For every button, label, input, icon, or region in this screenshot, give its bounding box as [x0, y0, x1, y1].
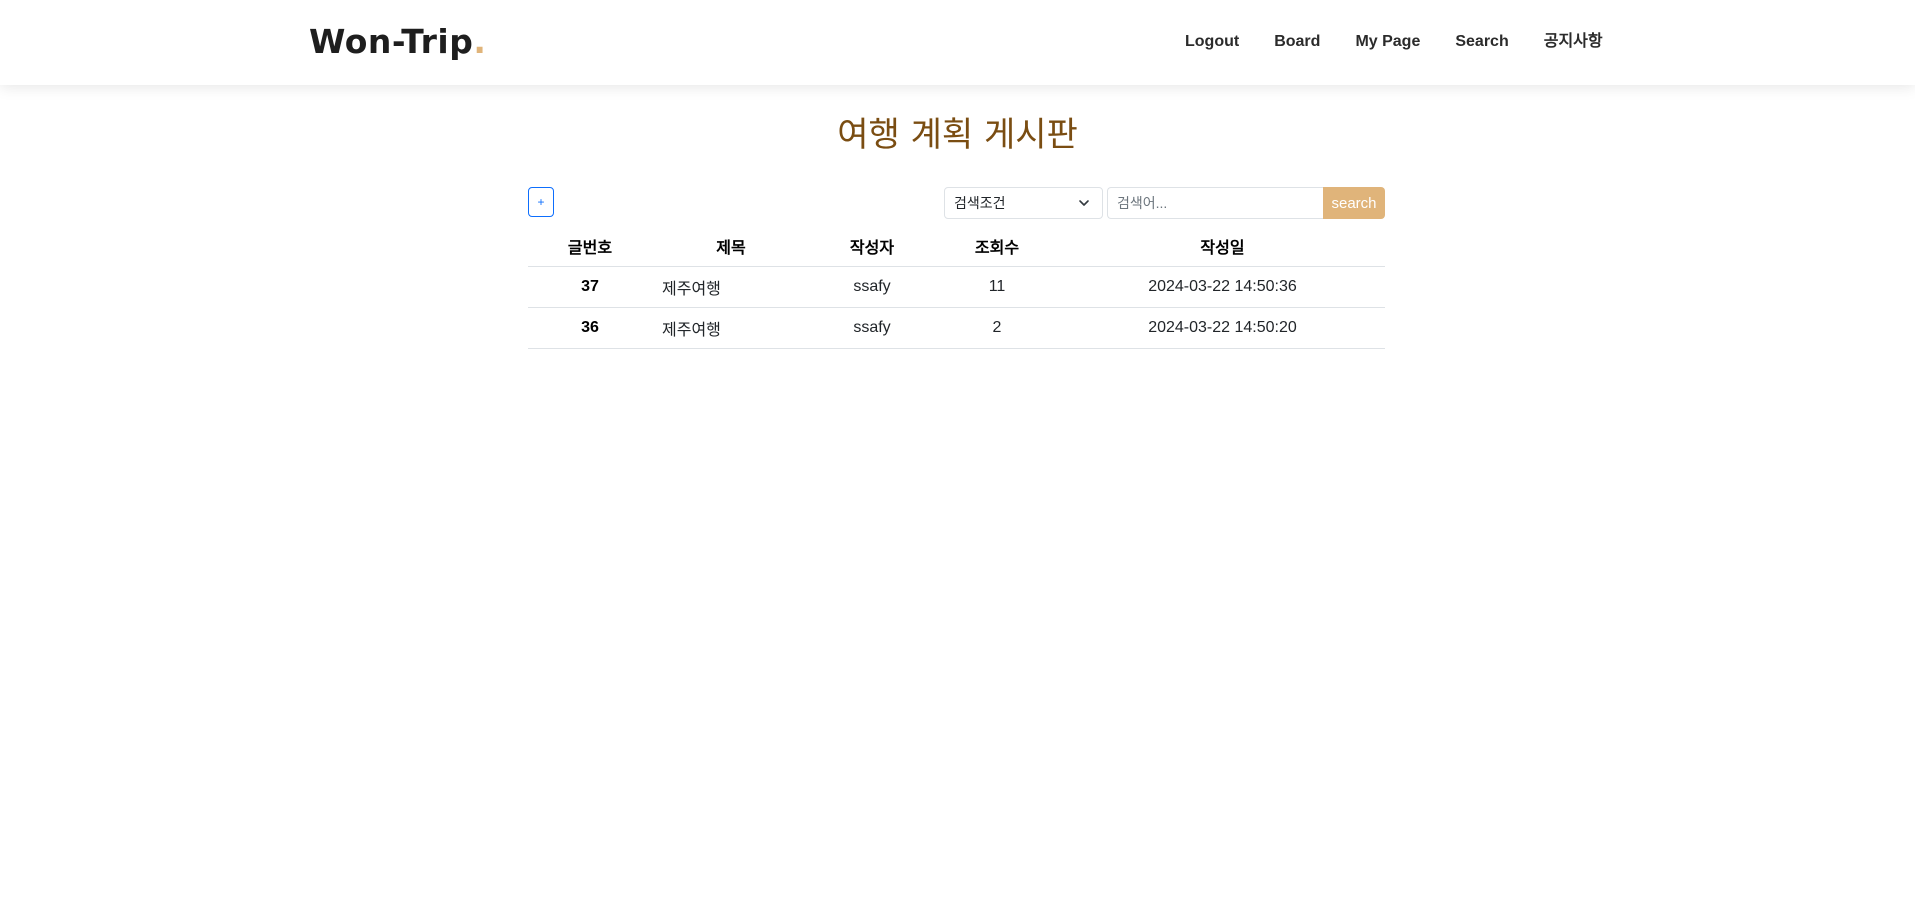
- nav-notice-link[interactable]: 공지사항: [1544, 30, 1603, 54]
- post-hit: 11: [934, 266, 1060, 308]
- header-hit: 조회수: [934, 225, 1060, 267]
- header-writer: 작성자: [810, 225, 934, 267]
- nav-menu: Logout Board My Page Search 공지사항: [1185, 30, 1638, 54]
- nav-logout-link[interactable]: Logout: [1185, 30, 1239, 54]
- brand-logo[interactable]: Won-Trip.: [309, 18, 486, 66]
- post-writer: ssafy: [810, 266, 934, 308]
- post-number: 36: [528, 307, 652, 349]
- nav-mypage-link[interactable]: My Page: [1355, 30, 1420, 54]
- search-button[interactable]: search: [1323, 187, 1385, 219]
- post-number: 37: [528, 266, 652, 308]
- board-toolbar: + 검색조건 search: [528, 187, 1385, 219]
- post-date: 2024-03-22 14:50:20: [1060, 307, 1385, 349]
- add-post-button[interactable]: +: [528, 187, 554, 217]
- post-date: 2024-03-22 14:50:36: [1060, 266, 1385, 308]
- page-title: 여행 계획 게시판: [837, 115, 1078, 155]
- header-title: 제목: [652, 225, 810, 267]
- header-date: 작성일: [1060, 225, 1385, 267]
- brand-dot: .: [473, 22, 487, 61]
- post-title-link[interactable]: 제주여행: [652, 266, 810, 308]
- table-row: 36 제주여행 ssafy 2 2024-03-22 14:50:20: [528, 307, 1385, 349]
- post-writer: ssafy: [810, 307, 934, 349]
- search-condition-value: 검색조건: [954, 195, 1006, 211]
- brand-text: Won-Trip: [309, 22, 474, 61]
- table-header-row: 글번호 제목 작성자 조회수 작성일: [528, 225, 1385, 267]
- search-input[interactable]: [1107, 187, 1323, 219]
- search-condition-select[interactable]: 검색조건: [944, 187, 1103, 219]
- nav-board-link[interactable]: Board: [1274, 30, 1320, 54]
- nav-search-link[interactable]: Search: [1455, 30, 1508, 54]
- header-no: 글번호: [528, 225, 652, 267]
- post-title-link[interactable]: 제주여행: [652, 307, 810, 349]
- table-row: 37 제주여행 ssafy 11 2024-03-22 14:50:36: [528, 266, 1385, 308]
- top-navbar: Won-Trip. Logout Board My Page Search 공지…: [0, 0, 1915, 85]
- board-table: 글번호 제목 작성자 조회수 작성일 37 제주여행 ssafy 11 2024…: [528, 225, 1385, 349]
- post-hit: 2: [934, 307, 1060, 349]
- chevron-down-icon: [1079, 200, 1089, 206]
